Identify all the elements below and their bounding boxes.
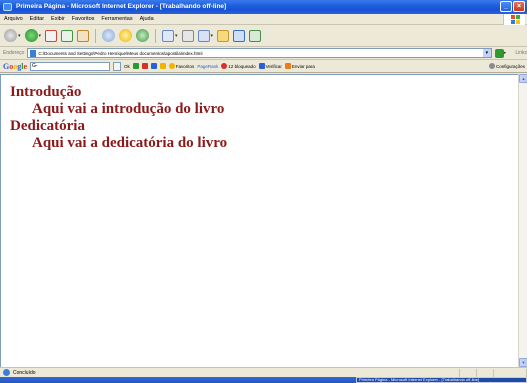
google-highlight-icon[interactable] (159, 63, 166, 69)
refresh-icon[interactable] (61, 29, 74, 42)
forward-icon[interactable] (24, 29, 38, 42)
blocked-icon (221, 63, 228, 69)
google-groups-icon[interactable] (150, 63, 157, 69)
print-icon[interactable] (181, 29, 194, 42)
folder-icon[interactable] (217, 29, 230, 42)
window-title: Primeira Página - Microsoft Internet Exp… (16, 3, 227, 10)
go-dropdown-icon[interactable]: ▸ (504, 50, 507, 56)
address-dropdown-icon[interactable]: ▾ (482, 49, 491, 57)
minimize-button[interactable]: _ (500, 1, 512, 12)
toolbar-separator (95, 28, 97, 43)
scroll-down-icon[interactable]: ▼ (519, 358, 527, 367)
menu-bar: Arquivo Editar Exibir Favoritos Ferramen… (0, 14, 527, 25)
home-icon[interactable] (77, 29, 90, 42)
google-settings-button[interactable]: Configurações (488, 63, 525, 69)
google-send-button[interactable]: Enviar para (284, 63, 315, 69)
menu-help[interactable]: Ajuda (140, 16, 154, 22)
mail-dropdown-icon[interactable]: ▾ (175, 33, 178, 39)
vertical-scrollbar[interactable]: ▲ ▼ (518, 74, 527, 367)
address-label: Endereço (3, 50, 25, 56)
back-icon[interactable] (4, 29, 17, 42)
status-zone (497, 368, 527, 377)
status-text: Concluído (13, 369, 36, 376)
toolbar-separator (155, 28, 157, 43)
scroll-up-icon[interactable]: ▲ (519, 74, 527, 83)
back-dropdown-icon[interactable]: ▾ (18, 33, 21, 39)
google-search-dropdown[interactable] (113, 61, 122, 71)
page-content: Introdução Aqui vai a introdução do livr… (0, 74, 518, 367)
status-bar: Concluído (0, 367, 527, 377)
google-popup-blocker[interactable]: 12 bloqueado (221, 63, 256, 69)
heading-introducao: Introdução (10, 84, 82, 100)
menu-view[interactable]: Exibir (51, 16, 65, 22)
google-toolbar: Google G- Ok Favoritos PageRank 12 bloqu… (0, 60, 527, 73)
status-panel (39, 368, 460, 377)
close-button[interactable]: × (513, 1, 525, 12)
spellcheck-icon (258, 63, 265, 69)
ie-icon (3, 3, 12, 11)
window-title-bar[interactable]: Primeira Página - Microsoft Internet Exp… (0, 0, 527, 14)
google-images-icon[interactable] (141, 63, 148, 69)
google-favorites-button[interactable]: Favoritos (168, 63, 194, 69)
favorites-star-icon[interactable] (119, 29, 133, 42)
star-icon (168, 63, 175, 69)
search-icon[interactable] (102, 29, 116, 42)
edit-dropdown-icon[interactable]: ▾ (211, 33, 214, 39)
text-dedicatoria: Aqui vai a dedicatória do livro (32, 135, 228, 151)
status-cell (463, 368, 477, 377)
settings-icon (488, 63, 495, 69)
menu-favorites[interactable]: Favoritos (72, 16, 95, 22)
text-introducao: Aqui vai a introdução do livro (32, 101, 225, 117)
google-news-icon[interactable] (132, 63, 139, 69)
address-value: C:\Documents and Settings\Pedro Henrique… (38, 50, 203, 56)
google-search-input[interactable]: G- (30, 61, 111, 71)
standard-toolbar: ▾ ▾ ▾ ▾ (0, 25, 527, 47)
address-bar: Endereço C:\Documents and Settings\Pedro… (0, 47, 527, 60)
forward-dropdown-icon[interactable]: ▾ (39, 33, 42, 39)
heading-dedicatoria: Dedicatória (10, 118, 85, 134)
status-cell (480, 368, 494, 377)
page-icon (30, 49, 37, 57)
menu-tools[interactable]: Ferramentas (101, 16, 132, 22)
go-button[interactable] (494, 48, 504, 58)
taskbar-item-ie[interactable]: Primeira Página - Microsoft Internet Exp… (356, 377, 527, 383)
google-logo[interactable]: Google (3, 62, 27, 71)
google-pagerank: PageRank (197, 63, 219, 69)
menu-file[interactable]: Arquivo (4, 16, 23, 22)
send-icon (284, 63, 291, 69)
menu-edit[interactable]: Editar (30, 16, 44, 22)
research-icon[interactable] (249, 29, 262, 42)
links-label[interactable]: Links (515, 50, 527, 56)
address-input[interactable]: C:\Documents and Settings\Pedro Henrique… (27, 48, 492, 58)
google-verify-button[interactable]: Verificar (258, 63, 282, 69)
edit-icon[interactable] (197, 29, 210, 42)
taskbar: Primeira Página - Microsoft Internet Exp… (0, 377, 527, 383)
google-ok-button[interactable]: Ok (124, 64, 130, 69)
window-controls: _ × (500, 1, 525, 12)
status-page-icon (3, 369, 10, 376)
stop-icon[interactable] (45, 29, 58, 42)
messenger-icon[interactable] (233, 29, 246, 42)
history-icon[interactable] (136, 29, 150, 42)
windows-logo-icon (503, 14, 525, 25)
mail-icon[interactable] (162, 29, 175, 42)
